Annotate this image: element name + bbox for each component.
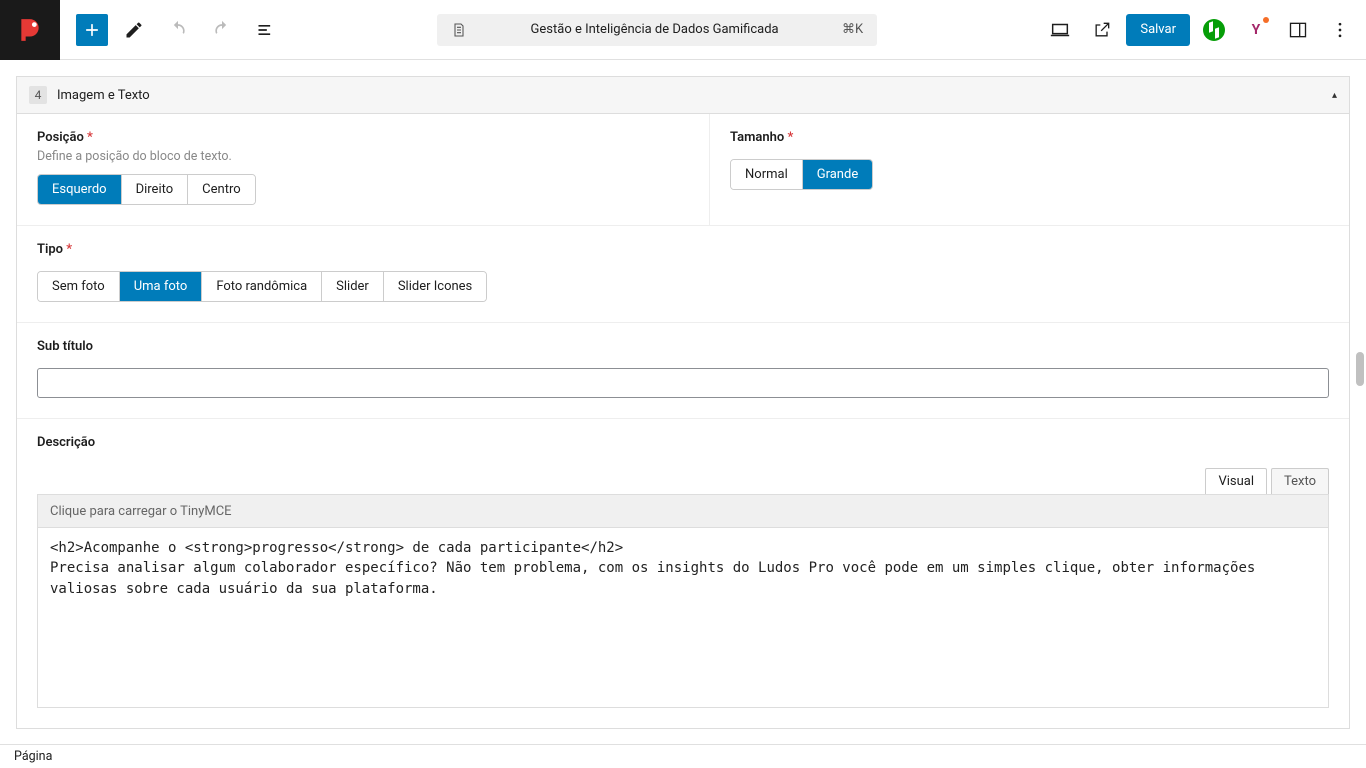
app-logo[interactable] — [0, 0, 60, 60]
top-toolbar: Gestão e Inteligência de Dados Gamificad… — [0, 0, 1366, 60]
segment-esquerdo[interactable]: Esquerdo — [38, 175, 122, 204]
logo-icon — [17, 17, 43, 43]
collapse-icon: ▴ — [1332, 90, 1337, 101]
segment-direito[interactable]: Direito — [122, 175, 189, 204]
footer-breadcrumb[interactable]: Página — [0, 744, 1366, 768]
required-mark: * — [66, 242, 72, 257]
tamanho-group: NormalGrande — [730, 159, 873, 190]
required-mark: * — [787, 130, 793, 145]
block-body: Posição * Define a posição do bloco de t… — [16, 114, 1350, 729]
segment-normal[interactable]: Normal — [731, 160, 803, 189]
jetpack-button[interactable] — [1196, 12, 1232, 48]
field-posicao: Posição * Define a posição do bloco de t… — [17, 114, 709, 225]
panel-icon — [1288, 20, 1308, 40]
laptop-icon — [1049, 19, 1071, 41]
segment-foto-randômica[interactable]: Foto randômica — [202, 272, 322, 301]
save-button[interactable]: Salvar — [1126, 14, 1190, 46]
undo-icon — [168, 20, 188, 40]
device-preview-button[interactable] — [1042, 12, 1078, 48]
editor-tab-visual[interactable]: Visual — [1205, 468, 1267, 494]
editor-load-bar[interactable]: Clique para carregar o TinyMCE — [37, 494, 1329, 528]
segment-centro[interactable]: Centro — [188, 175, 254, 204]
yoast-icon: Y — [1245, 19, 1267, 41]
page-icon — [451, 22, 467, 38]
pencil-icon — [124, 20, 144, 40]
document-title-bar[interactable]: Gestão e Inteligência de Dados Gamificad… — [437, 14, 877, 46]
toolbar-left — [60, 12, 284, 48]
redo-button[interactable] — [204, 12, 240, 48]
segment-uma-foto[interactable]: Uma foto — [120, 272, 203, 301]
required-mark: * — [87, 130, 93, 145]
add-block-button[interactable] — [76, 14, 108, 46]
plus-icon — [82, 20, 102, 40]
field-descricao: Descrição VisualTexto Clique para carreg… — [17, 419, 1349, 728]
segment-slider-icones[interactable]: Slider Icones — [384, 272, 486, 301]
segment-sem-foto[interactable]: Sem foto — [38, 272, 120, 301]
outline-button[interactable] — [248, 12, 284, 48]
toolbar-center: Gestão e Inteligência de Dados Gamificad… — [284, 14, 1030, 46]
subtitulo-input[interactable] — [37, 368, 1329, 398]
segment-slider[interactable]: Slider — [322, 272, 384, 301]
block-header[interactable]: 4 Imagem e Texto ▴ — [16, 76, 1350, 114]
block-title: Imagem e Texto — [57, 88, 150, 103]
undo-button[interactable] — [160, 12, 196, 48]
field-subtitulo: Sub título — [17, 323, 1349, 418]
external-icon — [1092, 20, 1112, 40]
scroll-thumb[interactable] — [1356, 352, 1364, 386]
sidebar-toggle-button[interactable] — [1280, 12, 1316, 48]
tipo-group: Sem fotoUma fotoFoto randômicaSliderSlid… — [37, 271, 487, 302]
field-tipo: Tipo * Sem fotoUma fotoFoto randômicaSli… — [17, 226, 1349, 322]
external-link-button[interactable] — [1084, 12, 1120, 48]
segment-grande[interactable]: Grande — [803, 160, 872, 189]
jetpack-icon — [1203, 19, 1225, 41]
field-description: Define a posição do bloco de texto. — [37, 149, 689, 164]
more-vertical-icon — [1330, 20, 1350, 40]
edit-button[interactable] — [116, 12, 152, 48]
more-options-button[interactable] — [1322, 12, 1358, 48]
document-title: Gestão e Inteligência de Dados Gamificad… — [477, 22, 832, 37]
list-icon — [256, 20, 276, 40]
redo-icon — [212, 20, 232, 40]
editor-tabs: VisualTexto — [37, 468, 1329, 494]
editor-tab-texto[interactable]: Texto — [1271, 468, 1329, 494]
yoast-button[interactable]: Y — [1238, 12, 1274, 48]
shortcut-hint: ⌘K — [842, 22, 863, 37]
main-content: 4 Imagem e Texto ▴ Posição * Define a po… — [0, 60, 1366, 744]
block-number: 4 — [29, 86, 47, 104]
posicao-group: EsquerdoDireitoCentro — [37, 174, 256, 205]
toolbar-right: Salvar Y — [1030, 12, 1358, 48]
field-tamanho: Tamanho * NormalGrande — [709, 114, 1349, 225]
editor-content[interactable]: <h2>Acompanhe o <strong>progresso</stron… — [37, 528, 1329, 708]
